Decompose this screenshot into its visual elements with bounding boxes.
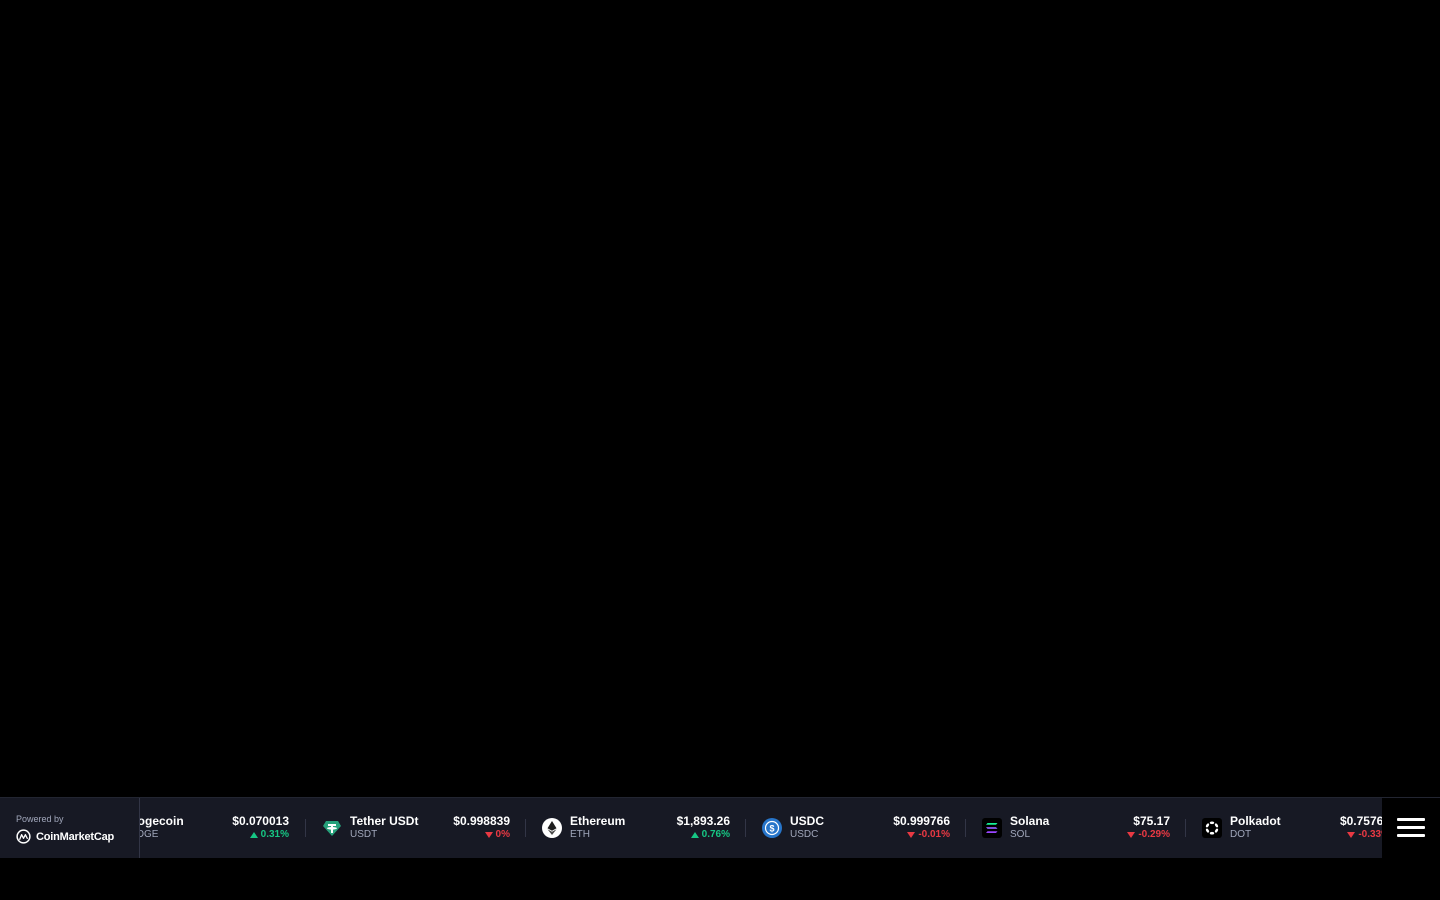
coin-price: $0.998839 [453,814,510,828]
solana-icon [982,818,1002,838]
coin-change-value: 0.31% [260,829,289,840]
coin-item-solana[interactable]: Solana SOL $75.17 -0.29% [966,798,1186,858]
coin-name: Solana [1010,814,1050,828]
coin-symbol: USDT [350,829,378,840]
coin-name: Polkadot [1230,814,1281,828]
coin-name: Tether USDt [350,814,419,828]
ticker-track: D Dogecoin DOGE $0.070013 0.31% Tether U… [140,798,1382,858]
up-arrow-icon [690,831,699,838]
coin-item-usdc[interactable]: $ USDC USDC $0.999766 -0.01% [746,798,966,858]
page-footer-area [0,858,1440,900]
coin-item-tether[interactable]: Tether USDt USDT $0.998839 0% [306,798,526,858]
coin-symbol: DOGE [140,829,159,840]
down-arrow-icon [907,831,916,838]
coin-change: 0.31% [249,829,289,840]
coin-name: Ethereum [570,814,626,828]
powered-by-label: Powered by [16,814,64,824]
coin-name: USDC [790,814,825,828]
powered-by-badge[interactable]: Powered by CoinMarketCap [0,798,140,858]
coin-change: 0% [484,829,510,840]
coin-change-value: 0% [495,829,510,840]
polkadot-icon [1202,818,1222,838]
coin-change: -0.29% [1127,829,1170,840]
coinmarketcap-logo: CoinMarketCap [16,829,114,844]
coin-price: $0.75764 [1339,814,1382,828]
coin-price: $75.17 [1133,814,1170,828]
coin-item-ethereum[interactable]: Ethereum ETH $1,893.26 0.76% [526,798,746,858]
coin-symbol: ETH [570,829,590,840]
ethereum-icon [542,818,562,838]
hamburger-menu-icon [1397,834,1425,837]
coin-change-value: 0.76% [701,829,730,840]
coin-price: $0.999766 [893,814,950,828]
coin-change: -0.01% [907,829,950,840]
coin-symbol: DOT [1230,829,1252,840]
coin-price: $0.070013 [232,814,289,828]
coin-name: Dogecoin [140,814,184,828]
down-arrow-icon [484,831,493,838]
coin-symbol: SOL [1010,829,1031,840]
crypto-price-ticker: Powered by CoinMarketCap D Dogecoin DOGE… [0,797,1440,858]
hamburger-menu-icon [1397,826,1425,829]
coinmarketcap-logo-icon [16,829,31,844]
coin-change-value: -0.29% [1138,829,1170,840]
coin-change: -0.33% [1347,829,1382,840]
hamburger-menu-icon [1397,818,1425,821]
coin-price: $1,893.26 [676,814,730,828]
usdc-icon: $ [762,818,782,838]
coin-change-value: -0.33% [1358,829,1382,840]
hamburger-menu-button[interactable] [1382,798,1440,858]
main-content-area [0,0,1440,797]
coin-change-value: -0.01% [918,829,950,840]
up-arrow-icon [249,831,258,838]
svg-text:$: $ [769,824,774,834]
down-arrow-icon [1127,831,1136,838]
coin-item-polkadot[interactable]: Polkadot DOT $0.75764 -0.33% [1186,798,1382,858]
tether-icon [322,818,342,838]
coin-symbol: USDC [790,829,819,840]
down-arrow-icon [1347,831,1356,838]
coin-item-dogecoin[interactable]: D Dogecoin DOGE $0.070013 0.31% [140,798,305,858]
coinmarketcap-brand: CoinMarketCap [36,830,115,843]
coin-change: 0.76% [690,829,730,840]
